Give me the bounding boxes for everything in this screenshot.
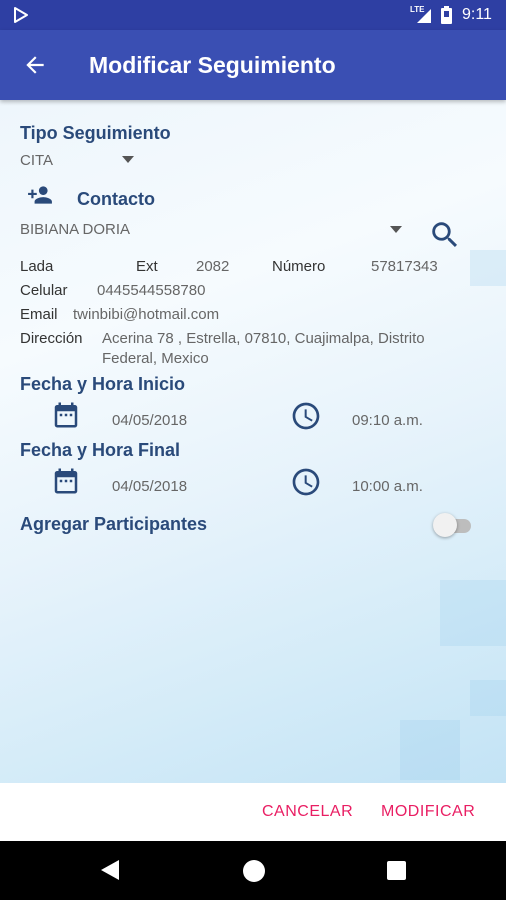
ext-label: Ext [136, 258, 158, 275]
clock-icon[interactable] [290, 400, 322, 432]
clock-time: 9:11 [462, 6, 492, 23]
background-decoration [440, 580, 506, 646]
celular-value: 0445544558780 [97, 282, 206, 299]
tipo-seguimiento-label: Tipo Seguimiento [20, 123, 171, 143]
fecha-inicio-time[interactable]: 09:10 a.m. [352, 412, 423, 429]
clock-icon[interactable] [290, 466, 322, 498]
fecha-final-time[interactable]: 10:00 a.m. [352, 478, 423, 495]
background-decoration [400, 720, 460, 780]
toggle-thumb [433, 513, 457, 537]
contacto-label: Contacto [77, 189, 155, 209]
direccion-label: Dirección [20, 330, 83, 347]
celular-label: Celular [20, 282, 68, 299]
agregar-participantes-label: Agregar Participantes [20, 514, 208, 534]
search-icon[interactable] [428, 218, 462, 252]
calendar-icon[interactable] [51, 400, 81, 430]
numero-label: Número [272, 258, 326, 275]
page-title: Modificar Seguimiento [89, 52, 336, 78]
add-contact-icon[interactable] [24, 182, 56, 208]
tipo-seguimiento-select[interactable]: CITA [20, 152, 53, 169]
battery-icon [441, 6, 452, 24]
nav-recent-icon[interactable] [387, 861, 406, 880]
email-value: twinbibi@hotmail.com [73, 306, 220, 323]
participantes-toggle[interactable] [433, 513, 473, 537]
play-store-icon [14, 7, 28, 23]
lada-label: Lada [20, 258, 54, 275]
fecha-inicio-date[interactable]: 04/05/2018 [112, 412, 187, 429]
background-decoration [470, 680, 506, 716]
contacto-select[interactable]: BIBIANA DORIA [20, 221, 130, 238]
fecha-final-date[interactable]: 04/05/2018 [112, 478, 187, 495]
ext-value: 2082 [196, 258, 230, 275]
email-label: Email [20, 306, 58, 323]
nav-home-icon[interactable] [243, 860, 265, 882]
form-content: Tipo Seguimiento CITA Contacto BIBIANA D… [0, 100, 506, 783]
calendar-icon[interactable] [51, 466, 81, 496]
direccion-value-line2: Federal, Mexico [102, 350, 209, 367]
fecha-final-label: Fecha y Hora Final [20, 440, 181, 460]
fecha-inicio-label: Fecha y Hora Inicio [20, 374, 186, 394]
modify-button[interactable]: MODIFICAR [381, 803, 475, 821]
dropdown-arrow-icon[interactable] [390, 226, 402, 233]
direccion-value-line1: Acerina 78 , Estrella, 07810, Cuajimalpa… [102, 330, 425, 347]
bottom-actions: CANCELAR MODIFICAR [0, 783, 506, 841]
back-arrow-icon[interactable] [22, 52, 48, 78]
status-bar: LTE 9:11 [0, 0, 506, 30]
app-bar: Modificar Seguimiento [0, 30, 506, 100]
background-decoration [470, 250, 506, 286]
navigation-bar [0, 841, 506, 900]
numero-value: 57817343 [371, 258, 438, 275]
cancel-button[interactable]: CANCELAR [262, 803, 353, 821]
nav-back-icon[interactable] [100, 859, 120, 881]
dropdown-arrow-icon[interactable] [122, 156, 134, 163]
signal-icon [417, 9, 431, 23]
